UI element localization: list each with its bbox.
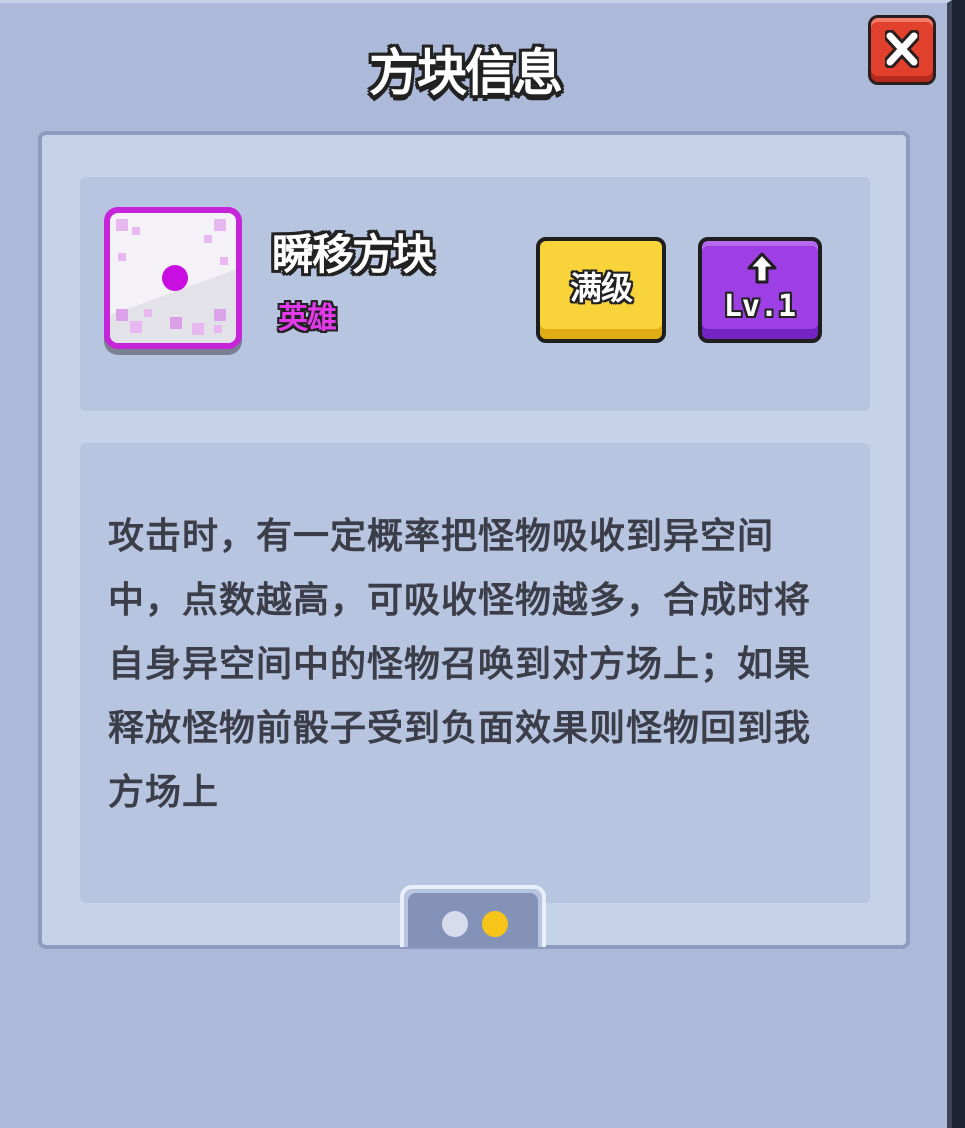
max-level-label: 满级 [569, 269, 633, 307]
block-rarity: 英雄 [278, 301, 337, 336]
teleport-dice-icon [104, 207, 242, 349]
block-name: 瞬移方块 [272, 230, 434, 279]
page-dot-2-active[interactable] [482, 911, 508, 937]
page-indicator [400, 885, 546, 947]
block-info-dialog: 方块信息 瞬移方块 英雄 满级 Lv.1 攻击时，有一定概率把怪物吸收到异空间中… [0, 0, 952, 1128]
close-button[interactable] [868, 15, 936, 85]
dialog-title: 方块信息 [369, 44, 563, 102]
close-x-icon [885, 30, 919, 68]
max-level-button[interactable]: 满级 [536, 237, 666, 343]
page-dot-1[interactable] [442, 911, 468, 937]
upgrade-level-label: Lv.1 [723, 289, 797, 324]
arrow-up-icon [747, 252, 777, 284]
upgrade-level-button[interactable]: Lv.1 [698, 237, 822, 343]
block-description: 攻击时，有一定概率把怪物吸收到异空间中，点数越高，可吸收怪物越多，合成时将自身异… [108, 516, 812, 813]
